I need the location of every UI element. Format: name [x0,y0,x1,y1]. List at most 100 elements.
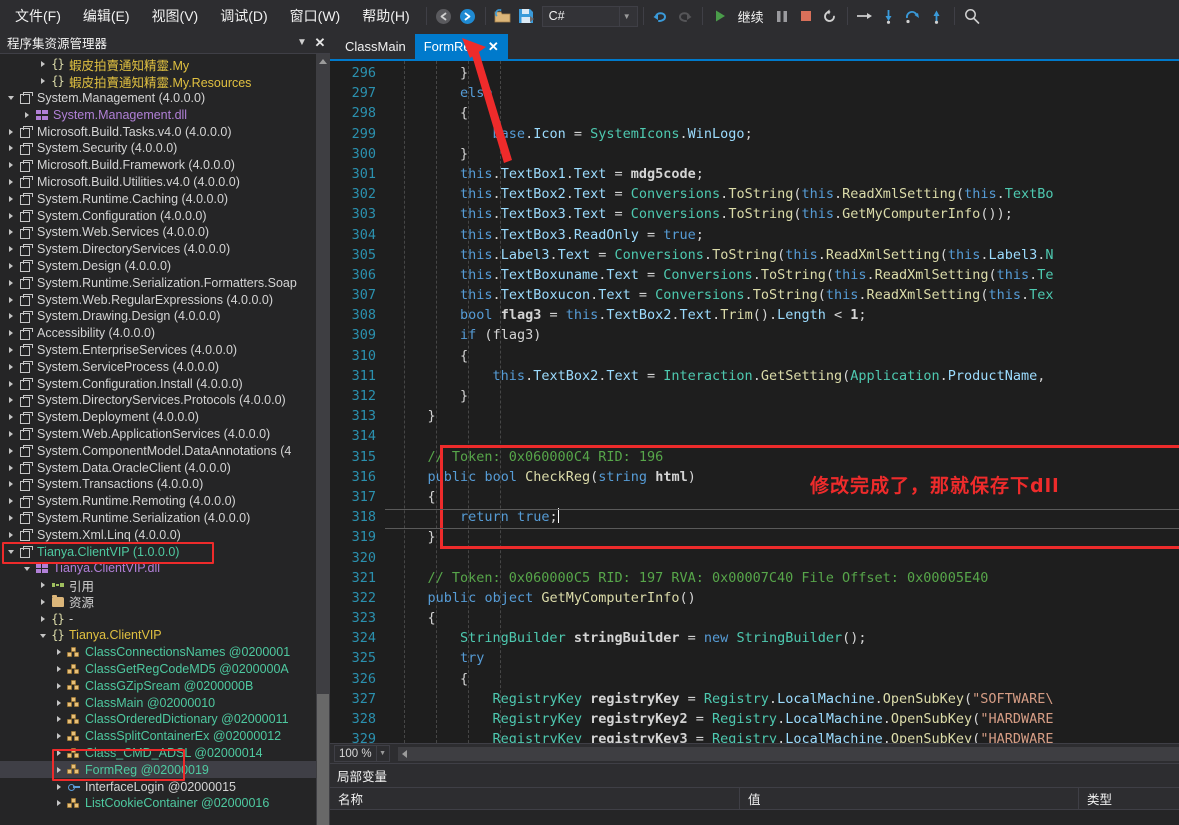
expander-icon[interactable] [36,61,49,68]
tree-node[interactable]: Microsoft.Build.Utilities.v4.0 (4.0.0.0) [0,174,316,191]
code-line[interactable]: 318 return true; [330,507,1179,527]
expander-icon[interactable] [36,78,49,85]
step-return-icon[interactable] [901,4,925,28]
code-editor[interactable]: 296 } 297 else 298 {299 base.Icon = System… [330,61,1179,743]
expander-icon[interactable] [4,145,17,152]
tree-node[interactable]: 引用 [0,577,316,594]
tree-node[interactable]: {} 蝦皮拍賣通知精靈.My [0,56,316,73]
menu-edit[interactable]: 编辑(E) [72,3,141,29]
expander-icon[interactable] [52,649,65,656]
tree-node[interactable]: Class_CMD_ADSL @02000014 [0,745,316,762]
expander-icon[interactable] [4,162,17,169]
expander-icon[interactable] [4,95,17,101]
forward-arrow-icon[interactable] [456,4,480,28]
tree-node[interactable]: System.ComponentModel.DataAnnotations (4 [0,442,316,459]
expander-icon[interactable] [4,380,17,387]
save-icon[interactable] [515,4,539,28]
code-line[interactable]: 299 base.Icon = SystemIcons.WinLogo; [330,124,1179,144]
tree-node[interactable]: System.ServiceProcess (4.0.0.0) [0,358,316,375]
tree-node[interactable]: {} - [0,610,316,627]
expander-icon[interactable] [4,531,17,538]
expander-icon[interactable] [36,598,49,605]
tree-node[interactable]: System.Runtime.Serialization (4.0.0.0) [0,510,316,527]
code-line[interactable]: 324 StringBuilder stringBuilder = new St… [330,628,1179,648]
code-line[interactable]: 309 if (flag3) [330,325,1179,345]
code-line[interactable]: 310 { [330,346,1179,366]
scroll-up-icon[interactable] [316,54,330,68]
close-icon[interactable]: ✕ [488,39,499,55]
scrollbar-thumb[interactable] [317,694,329,825]
code-line[interactable]: 311 this.TextBox2.Text = Interaction.Get… [330,366,1179,386]
tree-node[interactable]: System.Web.ApplicationServices (4.0.0.0) [0,426,316,443]
scroll-left-icon[interactable] [398,747,412,761]
expander-icon[interactable] [4,447,17,454]
menu-debug[interactable]: 调试(D) [209,3,278,29]
code-line[interactable]: 300 } [330,144,1179,164]
redo-icon[interactable] [673,4,697,28]
code-line[interactable]: 301 this.TextBox1.Text = mdg5code; [330,164,1179,184]
tree-node[interactable]: System.Security (4.0.0.0) [0,140,316,157]
tree-node[interactable]: FormReg @02000019 [0,761,316,779]
tree-node[interactable]: System.Management.dll [0,106,316,123]
tab-formreg[interactable]: FormReg ✕ [414,34,508,59]
expander-icon[interactable] [4,346,17,353]
expander-icon[interactable] [52,733,65,740]
search-icon[interactable] [960,4,984,28]
tree-node[interactable]: ClassOrderedDictionary @02000011 [0,711,316,728]
editor-hscrollbar[interactable] [397,746,1179,761]
expander-icon[interactable] [20,566,33,571]
tree-node[interactable]: System.Configuration.Install (4.0.0.0) [0,375,316,392]
tree-node[interactable]: 资源 [0,594,316,610]
expander-icon[interactable] [52,783,65,790]
expander-icon[interactable] [52,699,65,706]
expander-icon[interactable] [36,633,49,638]
code-line[interactable]: 314 [330,426,1179,446]
expander-icon[interactable] [4,549,17,554]
expander-icon[interactable] [36,615,49,622]
code-line[interactable]: 303 this.TextBox3.Text = Conversions.ToS… [330,204,1179,224]
close-icon[interactable]: ✕ [310,35,330,51]
tree-node[interactable]: System.Configuration (4.0.0.0) [0,207,316,224]
code-line[interactable]: 313 } [330,406,1179,426]
tab-classmain[interactable]: ClassMain [336,34,415,59]
expander-icon[interactable] [4,414,17,421]
expander-icon[interactable] [4,498,17,505]
expander-icon[interactable] [4,397,17,404]
expander-icon[interactable] [4,296,17,303]
expander-icon[interactable] [4,464,17,471]
column-header-name[interactable]: 名称 [330,788,740,809]
expander-icon[interactable] [4,514,17,521]
tree-node[interactable]: Tianya.ClientVIP (1.0.0.0) [0,543,316,560]
expander-icon[interactable] [4,330,17,337]
code-line[interactable]: 320 [330,548,1179,568]
code-line[interactable]: 308 bool flag3 = this.TextBox2.Text.Trim… [330,305,1179,325]
expander-icon[interactable] [52,766,65,773]
code-line[interactable]: 307 this.TextBoxucon.Text = Conversions.… [330,285,1179,305]
tree-node[interactable]: Tianya.ClientVIP.dll [0,560,316,577]
tree-node[interactable]: System.Transactions (4.0.0.0) [0,476,316,493]
code-line[interactable]: 323 { [330,608,1179,628]
tree-node[interactable]: ClassGetRegCodeMD5 @0200000A [0,661,316,678]
code-line[interactable]: 304 this.TextBox3.ReadOnly = true; [330,225,1179,245]
tree-node[interactable]: System.Drawing.Design (4.0.0.0) [0,308,316,325]
expander-icon[interactable] [52,682,65,689]
menu-file[interactable]: 文件(F) [4,3,72,29]
tree-node[interactable]: System.Data.OracleClient (4.0.0.0) [0,459,316,476]
open-folder-icon[interactable] [491,4,515,28]
tree-node[interactable]: System.Runtime.Caching (4.0.0.0) [0,190,316,207]
column-header-value[interactable]: 值 [740,788,1079,809]
expander-icon[interactable] [4,262,17,269]
code-line[interactable]: 315 // Token: 0x060000C4 RID: 196 [330,447,1179,467]
code-line[interactable]: 328 RegistryKey registryKey2 = Registry.… [330,709,1179,729]
tree-node[interactable]: System.Management (4.0.0.0) [0,90,316,107]
expander-icon[interactable] [4,313,17,320]
tree-node[interactable]: System.Web.RegularExpressions (4.0.0.0) [0,291,316,308]
expander-icon[interactable] [4,212,17,219]
code-line[interactable]: 306 this.TextBoxuname.Text = Conversions… [330,265,1179,285]
tree-node[interactable]: ClassSplitContainerEx @02000012 [0,728,316,745]
code-line[interactable]: 296 } [330,63,1179,83]
code-lines[interactable]: 296 } 297 else 298 {299 base.Icon = System… [330,61,1179,743]
expander-icon[interactable] [4,363,17,370]
code-line[interactable]: 325 try [330,648,1179,668]
tree-node[interactable]: Microsoft.Build.Framework (4.0.0.0) [0,157,316,174]
